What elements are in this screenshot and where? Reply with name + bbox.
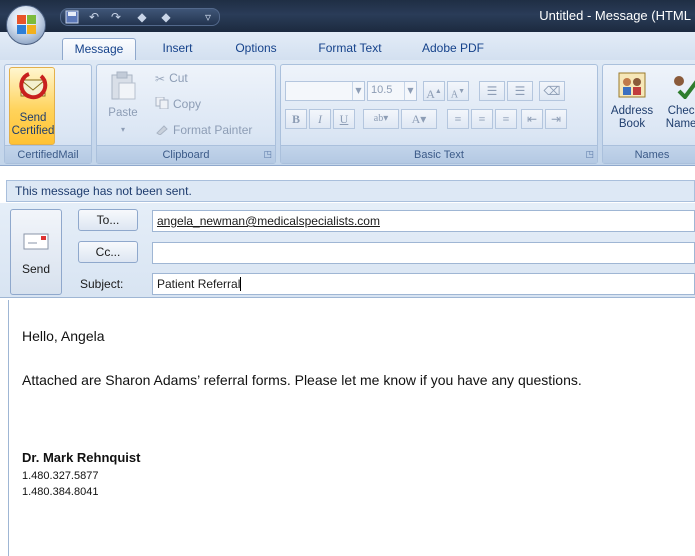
office-button[interactable] <box>6 5 46 45</box>
shrink-font-button[interactable]: A▼ <box>447 81 469 101</box>
decrease-indent-button[interactable]: ⇤ <box>521 109 543 129</box>
send-label: Send <box>21 262 51 276</box>
clear-formatting-button[interactable]: ⌫ <box>539 81 565 101</box>
window-title: Untitled - Message (HTML <box>539 8 691 23</box>
group-names: Address Book Check Names Names <box>602 64 695 164</box>
paste-dropdown-icon[interactable]: ▾ <box>101 123 145 136</box>
certified-mail-icon <box>17 72 49 105</box>
title-bar: ↶ ↷ ◆ ◆ ▿ Untitled - Message (HTML <box>0 0 695 32</box>
subject-field[interactable]: Patient Referral <box>152 273 695 295</box>
ribbon-tabs: Message Insert Options Format Text Adobe… <box>0 32 695 60</box>
font-name-combo[interactable]: ▼ <box>285 81 365 101</box>
subject-value: Patient Referral <box>157 277 241 291</box>
format-painter-label: Format Painter <box>173 123 253 137</box>
office-button-icon <box>17 15 37 35</box>
check-names-label: Check Names <box>665 105 695 130</box>
font-size-value: 10.5 <box>371 84 393 96</box>
tab-options[interactable]: Options <box>222 38 290 60</box>
tab-adobe-pdf[interactable]: Adobe PDF <box>410 38 496 60</box>
address-book-label: Address Book <box>610 105 654 130</box>
numbering-button[interactable]: ☰ <box>507 81 533 101</box>
down-arrow-icon[interactable]: ◆ <box>159 10 173 24</box>
send-certified-label: Send Certified <box>11 112 55 137</box>
greeting-text: Hello, Angela <box>22 328 105 344</box>
clipboard-launcher-icon[interactable]: ◳ <box>263 150 272 160</box>
subject-label: Subject: <box>80 277 124 291</box>
group-basic-text: ▼ 10.5 ▼ A▲ A▼ ☰ ☰ ⌫ B I U ab▾ A▾ ≡ ≡ ≡ … <box>280 64 598 164</box>
address-book-icon <box>617 71 647 102</box>
cut-button[interactable]: ✂ Cut <box>155 71 188 86</box>
group-certifiedmail: Send Certified CertifiedMail <box>4 64 92 164</box>
paste-icon <box>109 71 137 104</box>
redo-icon[interactable]: ↷ <box>109 10 123 24</box>
message-text: Attached are Sharon Adams’ referral form… <box>22 372 582 388</box>
cut-label: Cut <box>169 71 188 85</box>
chevron-down-icon: ▼ <box>404 82 416 100</box>
paste-button[interactable]: Paste ▾ <box>101 67 145 145</box>
send-button[interactable]: Send <box>10 209 62 295</box>
align-right-button[interactable]: ≡ <box>495 109 517 129</box>
quick-access-toolbar: ↶ ↷ ◆ ◆ ▿ <box>60 8 220 26</box>
highlight-button[interactable]: ab▾ <box>363 109 399 129</box>
bold-button[interactable]: B <box>285 109 307 129</box>
font-size-combo[interactable]: 10.5 ▼ <box>367 81 417 101</box>
signature-phone-2: 1.480.384.8041 <box>22 486 99 498</box>
ribbon: Send Certified CertifiedMail Paste ▾ ✂ Cu… <box>0 60 695 166</box>
customize-icon[interactable]: ▿ <box>201 10 215 24</box>
to-field[interactable]: angela_newman@medicalspecialists.com <box>152 210 695 232</box>
save-icon[interactable] <box>65 10 79 24</box>
basic-text-group-label: Basic Text <box>281 145 597 163</box>
group-clipboard: Paste ▾ ✂ Cut Copy Format Painter Clipboa… <box>96 64 276 164</box>
address-book-button[interactable]: Address Book <box>605 67 659 145</box>
basic-text-launcher-icon[interactable]: ◳ <box>585 150 594 160</box>
increase-indent-button[interactable]: ⇥ <box>545 109 567 129</box>
certifiedmail-group-label: CertifiedMail <box>5 145 91 163</box>
copy-label: Copy <box>173 97 202 111</box>
to-value: angela_newman@medicalspecialists.com <box>157 214 380 228</box>
tab-message[interactable]: Message <box>62 38 136 60</box>
chevron-down-icon: ▼ <box>352 82 364 100</box>
grow-font-button[interactable]: A▲ <box>423 81 445 101</box>
bullets-button[interactable]: ☰ <box>479 81 505 101</box>
paste-label: Paste <box>108 107 138 119</box>
send-certified-button[interactable]: Send Certified <box>9 67 55 145</box>
undo-icon[interactable]: ↶ <box>87 10 101 24</box>
text-cursor <box>240 277 242 291</box>
font-color-button[interactable]: A▾ <box>401 109 437 129</box>
signature-name: Dr. Mark Rehnquist <box>22 450 141 465</box>
message-header: Send To... angela_newman@medicalspeciali… <box>0 203 695 298</box>
info-bar: This message has not been sent. <box>6 180 695 202</box>
italic-button[interactable]: I <box>309 109 331 129</box>
tab-format-text[interactable]: Format Text <box>305 38 395 60</box>
cut-icon: ✂ <box>155 72 166 86</box>
to-button[interactable]: To... <box>78 209 138 231</box>
copy-icon <box>155 96 169 110</box>
message-body[interactable]: Hello, Angela Attached are Sharon Adams’… <box>8 300 695 556</box>
check-names-icon <box>669 71 695 102</box>
signature-phone-1: 1.480.327.5877 <box>22 470 99 482</box>
cc-button[interactable]: Cc... <box>78 241 138 263</box>
format-painter-icon <box>155 123 169 136</box>
format-painter-button[interactable]: Format Painter <box>155 123 252 137</box>
underline-button[interactable]: U <box>333 109 355 129</box>
clipboard-group-label: Clipboard <box>97 145 275 163</box>
align-center-button[interactable]: ≡ <box>471 109 493 129</box>
cc-field[interactable] <box>152 242 695 264</box>
check-names-button[interactable]: Check Names <box>661 67 695 145</box>
up-arrow-icon[interactable]: ◆ <box>135 10 149 24</box>
send-envelope-icon <box>23 232 51 255</box>
tab-insert[interactable]: Insert <box>150 38 205 60</box>
copy-button[interactable]: Copy <box>155 96 202 111</box>
names-group-label: Names <box>603 145 695 163</box>
align-left-button[interactable]: ≡ <box>447 109 469 129</box>
